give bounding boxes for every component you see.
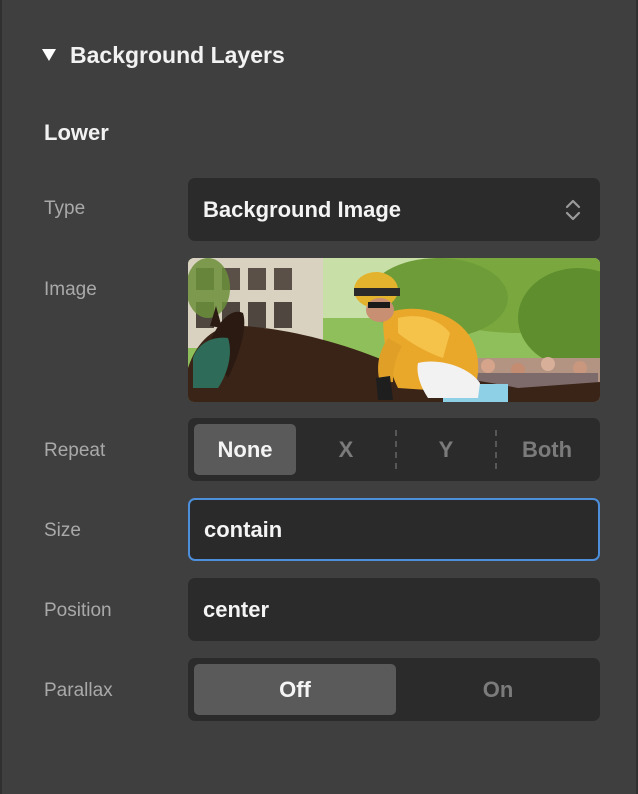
type-select-value: Background Image: [203, 197, 402, 222]
size-input[interactable]: contain: [188, 498, 600, 561]
chevron-up-down-icon: [565, 199, 581, 221]
size-input-value: contain: [204, 517, 283, 542]
jockey-photo-image: [188, 258, 600, 402]
image-label: Image: [44, 279, 97, 300]
background-image-thumbnail[interactable]: [188, 258, 600, 402]
repeat-option-y[interactable]: Y: [396, 418, 496, 481]
position-input-value: center: [203, 597, 270, 622]
repeat-segmented-control: None X Y Both: [188, 418, 600, 481]
layer-title: Lower: [44, 120, 109, 145]
type-label: Type: [44, 198, 86, 219]
parallax-option-on[interactable]: On: [396, 658, 600, 721]
background-layers-panel: Background Layers Lower Type Background …: [0, 0, 638, 794]
parallax-option-off[interactable]: Off: [194, 664, 396, 715]
repeat-label: Repeat: [44, 440, 106, 461]
position-label: Position: [44, 600, 112, 621]
position-input[interactable]: center: [188, 578, 600, 641]
repeat-option-x[interactable]: X: [296, 418, 396, 481]
repeat-option-both[interactable]: Both: [496, 418, 598, 481]
background-layers-header[interactable]: Background Layers: [42, 38, 285, 72]
caret-down-icon[interactable]: [42, 49, 56, 61]
type-select[interactable]: Background Image: [188, 178, 600, 241]
parallax-segmented-control: Off On: [188, 658, 600, 721]
parallax-label: Parallax: [44, 680, 113, 701]
size-label: Size: [44, 520, 81, 541]
repeat-option-none[interactable]: None: [194, 424, 296, 475]
section-title: Background Layers: [70, 41, 285, 68]
